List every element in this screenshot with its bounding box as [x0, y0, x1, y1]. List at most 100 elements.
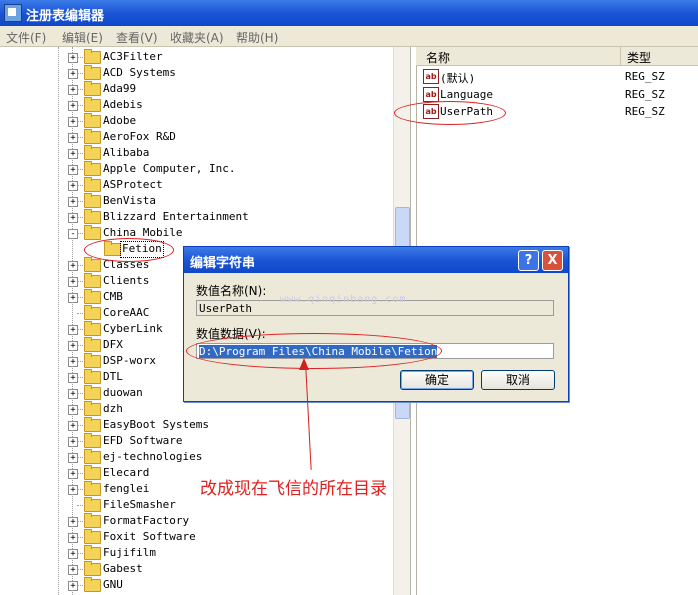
ok-button[interactable]: 确定	[400, 370, 474, 390]
value-name: Language	[440, 88, 493, 101]
value-type: REG_SZ	[625, 70, 665, 83]
tree-item-label: EasyBoot Systems	[103, 418, 209, 431]
tree-item[interactable]: + Blizzard Entertainment	[0, 209, 390, 225]
tree-connector	[77, 569, 83, 570]
expand-icon[interactable]: +	[68, 101, 78, 111]
folder-icon	[84, 385, 101, 400]
expand-icon[interactable]: +	[68, 293, 78, 303]
expand-icon[interactable]: +	[68, 421, 78, 431]
menu-edit[interactable]: 编辑(E)	[62, 29, 103, 46]
expand-icon[interactable]: +	[68, 533, 78, 543]
folder-icon	[84, 449, 101, 464]
expand-icon[interactable]: +	[68, 357, 78, 367]
tree-item[interactable]: + Fujifilm	[0, 545, 390, 561]
tree-item[interactable]: + Ada99	[0, 81, 390, 97]
tree-item[interactable]: + AC3Filter	[0, 49, 390, 65]
window-title: 注册表编辑器	[26, 9, 105, 24]
value-type: REG_SZ	[625, 105, 665, 118]
column-header-name[interactable]: 名称	[416, 47, 620, 66]
tree-connector	[77, 89, 83, 90]
tree-item-label: duowan	[103, 386, 143, 399]
column-header-type[interactable]: 类型	[620, 47, 698, 66]
dialog-titlebar[interactable]: 编辑字符串 ? X	[184, 247, 568, 273]
menu-view[interactable]: 查看(V)	[116, 29, 158, 46]
help-button[interactable]: ?	[518, 250, 539, 271]
tree-connector	[77, 521, 83, 522]
tree-connector	[77, 441, 83, 442]
tree-item[interactable]: + FormatFactory	[0, 513, 390, 529]
folder-icon	[84, 353, 101, 368]
expand-icon[interactable]: +	[68, 165, 78, 175]
value-row[interactable]: ab (默认) REG_SZ	[420, 68, 698, 85]
expand-icon[interactable]: +	[68, 53, 78, 63]
expand-icon[interactable]: +	[68, 117, 78, 127]
tree-item[interactable]: + EasyBoot Systems	[0, 417, 390, 433]
tree-item-label: Blizzard Entertainment	[103, 210, 249, 223]
tree-item[interactable]: + BenVista	[0, 193, 390, 209]
tree-item[interactable]: + ACD Systems	[0, 65, 390, 81]
expand-icon[interactable]: +	[68, 373, 78, 383]
tree-item-label: CoreAAC	[103, 306, 150, 319]
expand-icon[interactable]: +	[68, 485, 78, 495]
tree-item[interactable]: + GNU	[0, 577, 390, 593]
expand-icon[interactable]: +	[68, 261, 78, 271]
expand-icon[interactable]: +	[68, 213, 78, 223]
expand-icon[interactable]: +	[68, 85, 78, 95]
window-titlebar[interactable]: 注册表编辑器	[0, 0, 698, 26]
expand-icon[interactable]: +	[68, 405, 78, 415]
expand-icon[interactable]: +	[68, 581, 78, 591]
expand-icon[interactable]: +	[68, 437, 78, 447]
expand-icon[interactable]: +	[68, 277, 78, 287]
tree-item-label: Ada99	[103, 82, 137, 95]
folder-icon	[84, 289, 101, 304]
tree-item-label: DTL	[103, 370, 123, 383]
tree-item[interactable]: + ASProtect	[0, 177, 390, 193]
expand-icon[interactable]: +	[68, 389, 78, 399]
annotation-ellipse-userpath	[394, 101, 506, 125]
tree-item[interactable]: FileSmasher	[0, 497, 390, 513]
tree-item[interactable]: + ej-technologies	[0, 449, 390, 465]
tree-item-label: Foxit Software	[103, 530, 196, 543]
expand-icon[interactable]: +	[68, 133, 78, 143]
tree-item[interactable]: + Adebis	[0, 97, 390, 113]
tree-item-label: Adobe	[103, 114, 137, 127]
tree-item-label: Apple Computer, Inc.	[103, 162, 236, 175]
menu-help[interactable]: 帮助(H)	[236, 29, 278, 46]
tree-item-label: ASProtect	[103, 178, 163, 191]
expand-icon[interactable]: +	[68, 565, 78, 575]
expand-icon[interactable]: +	[68, 469, 78, 479]
menu-favorites[interactable]: 收藏夹(A)	[170, 29, 224, 46]
tree-item-label: DSP-worx	[103, 354, 156, 367]
tree-connector	[77, 585, 83, 586]
tree-item[interactable]: + Foxit Software	[0, 529, 390, 545]
folder-icon	[84, 145, 101, 160]
tree-item[interactable]: + Alibaba	[0, 145, 390, 161]
tree-item[interactable]: + AeroFox R&D	[0, 129, 390, 145]
tree-item[interactable]: + Gabest	[0, 561, 390, 577]
expand-icon[interactable]: +	[68, 69, 78, 79]
tree-item-label: Adebis	[103, 98, 143, 111]
expand-icon[interactable]: +	[68, 149, 78, 159]
expand-icon[interactable]: +	[68, 453, 78, 463]
tree-item[interactable]: + Adobe	[0, 113, 390, 129]
folder-icon	[84, 225, 101, 240]
tree-connector	[77, 185, 83, 186]
menu-file[interactable]: 文件(F)	[6, 29, 46, 46]
expand-icon[interactable]: +	[68, 325, 78, 335]
tree-item[interactable]: + Apple Computer, Inc.	[0, 161, 390, 177]
expand-icon[interactable]: +	[68, 549, 78, 559]
tree-item-label: ej-technologies	[103, 450, 203, 463]
expand-icon[interactable]: +	[68, 197, 78, 207]
expand-icon[interactable]: +	[68, 181, 78, 191]
tree-item[interactable]: + dzh	[0, 401, 390, 417]
expand-icon[interactable]: +	[68, 517, 78, 527]
annotation-arrow-head	[299, 358, 309, 370]
tree-item[interactable]: + EFD Software	[0, 433, 390, 449]
close-button[interactable]: X	[542, 250, 563, 271]
expand-icon[interactable]: +	[68, 341, 78, 351]
collapse-icon[interactable]: -	[68, 229, 78, 239]
tree-connector	[77, 329, 83, 330]
cancel-button[interactable]: 取消	[481, 370, 555, 390]
tree-item-label: AeroFox R&D	[103, 130, 176, 143]
tree-item[interactable]: - China Mobile	[0, 225, 390, 241]
